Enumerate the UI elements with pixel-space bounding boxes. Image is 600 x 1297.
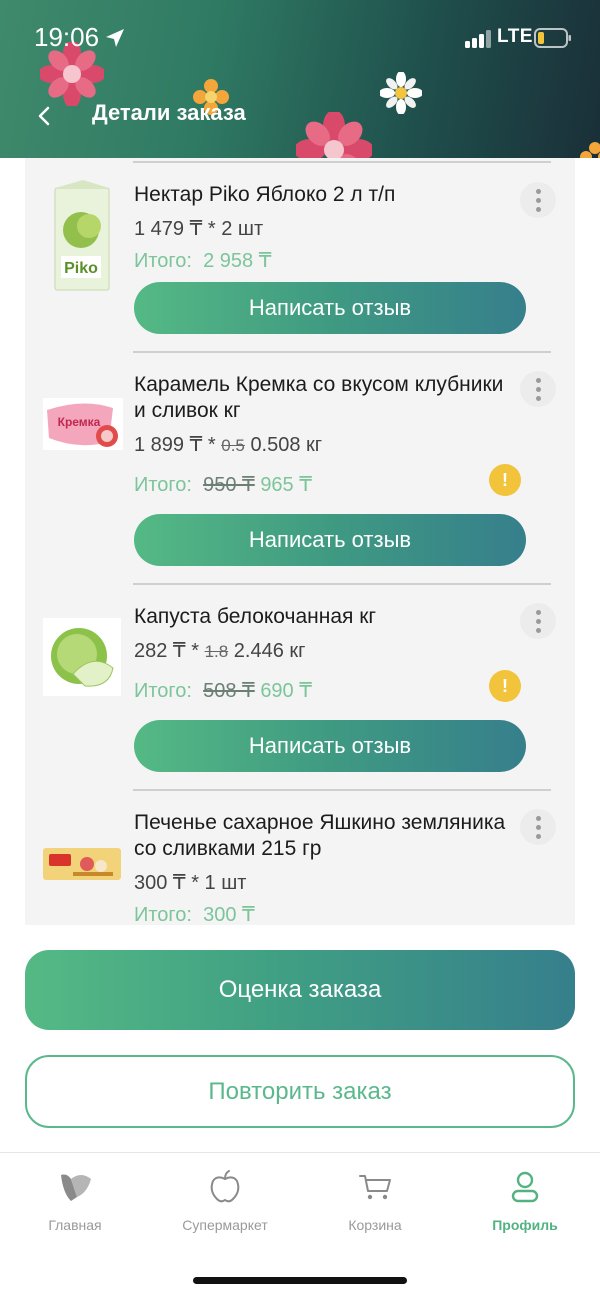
divider [133,583,551,585]
tab-label: Корзина [348,1217,402,1233]
product-quantity: 300 ₸ * 1 шт [134,872,247,894]
total-value: 690 ₸ [260,680,312,702]
cart-icon [359,1175,391,1200]
tab-cart[interactable]: Корзина [300,1169,450,1233]
write-review-button[interactable]: Написать отзыв [134,282,526,334]
home-leaf-icon [61,1174,91,1201]
more-options-button[interactable] [520,182,556,218]
tab-home[interactable]: Главная [0,1169,150,1233]
product-quantity: 282 ₸ * 1.8 2.446 кг [134,638,305,663]
actual-quantity: 2.446 кг [233,640,306,662]
tab-profile[interactable]: Профиль [450,1169,600,1233]
tab-supermarket[interactable]: Супермаркет [150,1169,300,1233]
total-value: 2 958 ₸ [203,250,272,272]
divider [133,161,551,163]
signal-icon [465,30,491,48]
flower-decoration [380,72,422,114]
product-image [43,618,121,696]
total-label: Итого: [134,680,192,702]
actual-quantity: 0.508 кг [250,434,323,456]
product-total: Итого: 508 ₸ 690 ₸ [134,678,312,703]
product-name: Капуста белокочанная кг [134,605,377,628]
total-value: 965 ₸ [260,474,312,496]
battery-icon [534,28,571,48]
apple-icon [210,1170,240,1203]
flower-decoration [580,142,600,158]
old-total: 508 ₸ [203,680,255,702]
tab-label: Профиль [492,1217,558,1233]
product-quantity: 1 479 ₸ * 2 шт [134,218,264,240]
rate-order-button[interactable]: Оценка заказа [25,950,575,1030]
page-title: Детали заказа [92,100,246,125]
divider [133,789,551,791]
total-label: Итого: [134,474,192,496]
repeat-order-button[interactable]: Повторить заказ [25,1055,575,1128]
order-items-list[interactable]: Piko Нектар Piko Яблоко 2 л т/п 1 479 ₸ … [25,158,575,925]
product-total: Итого: 950 ₸ 965 ₸ [134,472,312,497]
product-total: Итого: 2 958 ₸ [134,248,271,273]
tab-bar: Главная Супермаркет Корзина Профиль [0,1152,600,1297]
ordered-quantity: 1.8 [204,642,229,661]
total-label: Итого: [134,904,192,925]
more-options-button[interactable] [520,809,556,845]
product-total: Итого: 300 ₸ [134,902,255,925]
home-indicator [193,1277,407,1284]
product-name: Нектар Piko Яблоко 2 л т/п [134,183,396,206]
write-review-button[interactable]: Написать отзыв [134,514,526,566]
tab-label: Супермаркет [182,1217,268,1233]
unit-price: 282 ₸ * [134,640,199,662]
total-value: 300 ₸ [203,904,255,925]
back-arrow-icon[interactable] [36,104,52,128]
svg-text:Кремка: Кремка [58,415,101,429]
product-name: Карамель Кремка со вкусом клубники и сли… [134,373,504,422]
svg-text:Piko: Piko [64,260,98,277]
location-arrow-icon [106,29,124,47]
old-total: 950 ₸ [203,474,255,496]
product-image: Кремка [43,398,123,450]
flower-decoration [296,112,372,158]
product-name: Печенье сахарное Яшкино земляника со сли… [134,811,506,860]
tab-label: Главная [48,1217,102,1233]
warning-icon[interactable]: ! [489,670,521,702]
divider [133,351,551,353]
warning-icon[interactable]: ! [489,464,521,496]
profile-icon [511,1171,539,1203]
product-image [43,848,121,880]
network-type: LTE [497,26,533,47]
total-label: Итого: [134,250,192,272]
product-quantity: 1 899 ₸ * 0.5 0.508 кг [134,432,322,457]
more-options-button[interactable] [520,371,556,407]
unit-price: 1 899 ₸ * [134,434,216,456]
status-time: 19:06 [34,22,100,52]
more-options-button[interactable] [520,603,556,639]
ordered-quantity: 0.5 [221,436,245,455]
product-image: Piko [54,180,110,291]
write-review-button[interactable]: Написать отзыв [134,720,526,772]
header: 19:06 LTE Детали заказа [0,0,600,158]
